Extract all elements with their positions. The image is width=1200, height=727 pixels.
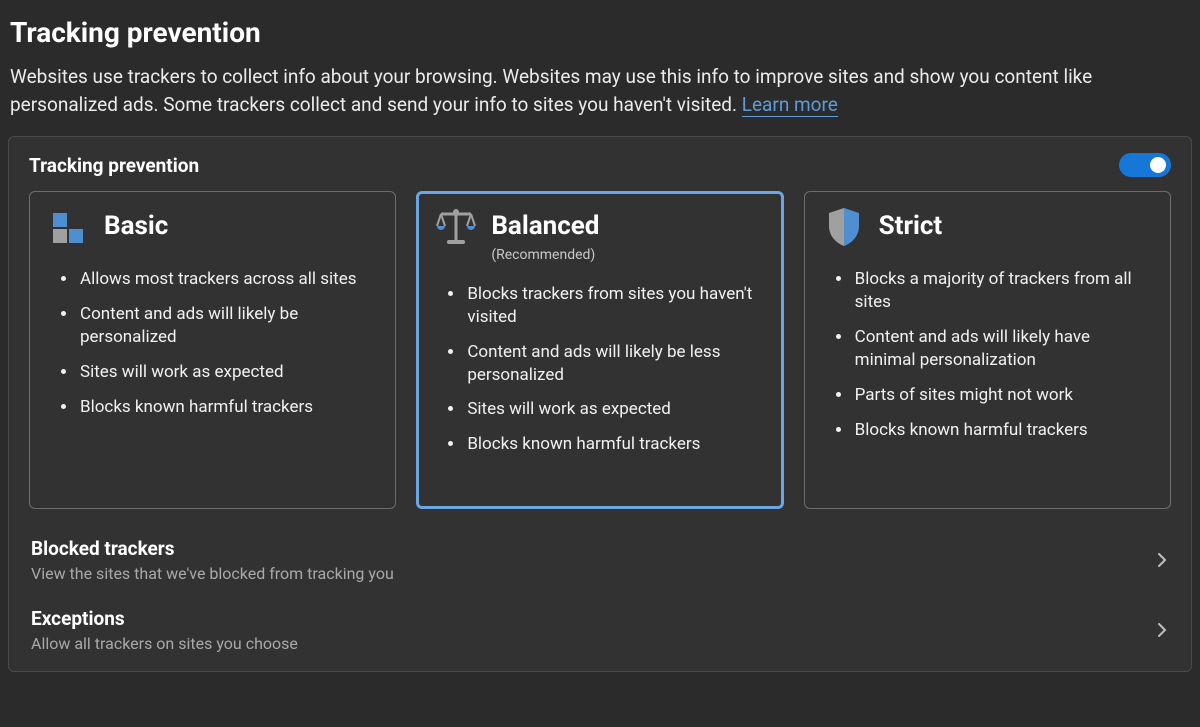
card-strict-bullets: Blocks a majority of trackers from all s…	[823, 268, 1152, 442]
exceptions-title: Exceptions	[31, 607, 298, 630]
card-basic-title: Basic	[104, 206, 168, 241]
panel-title: Tracking prevention	[29, 154, 199, 177]
list-item: Allows most trackers across all sites	[78, 268, 377, 291]
blocked-trackers-row[interactable]: Blocked trackers View the sites that we'…	[29, 527, 1171, 597]
card-balanced-header: Balanced (Recommended)	[435, 206, 764, 263]
card-strict-header: Strict	[823, 206, 1152, 248]
balance-scale-icon	[435, 206, 477, 248]
card-basic-bullets: Allows most trackers across all sites Co…	[48, 268, 377, 419]
list-item: Blocks trackers from sites you haven't v…	[465, 283, 764, 329]
card-basic[interactable]: Basic Allows most trackers across all si…	[29, 191, 396, 509]
card-balanced-subtitle: (Recommended)	[491, 247, 599, 263]
blocked-trackers-texts: Blocked trackers View the sites that we'…	[31, 537, 394, 583]
shield-icon	[823, 206, 865, 248]
list-item: Content and ads will likely be personali…	[78, 303, 377, 349]
list-item: Sites will work as expected	[465, 398, 764, 421]
card-basic-header: Basic	[48, 206, 377, 248]
list-item: Parts of sites might not work	[853, 384, 1152, 407]
list-item: Content and ads will likely have minimal…	[853, 326, 1152, 372]
card-basic-titlewrap: Basic	[104, 206, 168, 241]
card-strict-titlewrap: Strict	[879, 206, 943, 241]
card-strict-title: Strict	[879, 206, 943, 241]
card-balanced-titlewrap: Balanced (Recommended)	[491, 206, 599, 263]
page-title: Tracking prevention	[10, 16, 1192, 49]
page-description-text: Websites use trackers to collect info ab…	[10, 65, 1092, 116]
list-item: Blocks known harmful trackers	[853, 419, 1152, 442]
page-description: Websites use trackers to collect info ab…	[10, 63, 1180, 118]
tracking-prevention-toggle[interactable]	[1119, 153, 1171, 177]
chevron-right-icon	[1155, 623, 1169, 637]
exceptions-row[interactable]: Exceptions Allow all trackers on sites y…	[29, 597, 1171, 667]
list-item: Blocks a majority of trackers from all s…	[853, 268, 1152, 314]
exceptions-subtitle: Allow all trackers on sites you choose	[31, 634, 298, 653]
card-balanced[interactable]: Balanced (Recommended) Blocks trackers f…	[416, 191, 783, 509]
list-item: Blocks known harmful trackers	[78, 396, 377, 419]
basic-icon	[48, 206, 90, 248]
exceptions-texts: Exceptions Allow all trackers on sites y…	[31, 607, 298, 653]
card-balanced-title: Balanced	[491, 206, 599, 241]
learn-more-link[interactable]: Learn more	[742, 93, 838, 117]
list-item: Content and ads will likely be less pers…	[465, 341, 764, 387]
blocked-trackers-subtitle: View the sites that we've blocked from t…	[31, 564, 394, 583]
list-item: Sites will work as expected	[78, 361, 377, 384]
prevention-level-cards: Basic Allows most trackers across all si…	[29, 191, 1171, 509]
toggle-knob	[1150, 157, 1166, 173]
tracking-prevention-panel: Tracking prevention Basic	[8, 136, 1192, 672]
panel-header: Tracking prevention	[29, 153, 1171, 177]
card-strict[interactable]: Strict Blocks a majority of trackers fro…	[804, 191, 1171, 509]
blocked-trackers-title: Blocked trackers	[31, 537, 394, 560]
card-balanced-bullets: Blocks trackers from sites you haven't v…	[435, 283, 764, 457]
list-item: Blocks known harmful trackers	[465, 433, 764, 456]
chevron-right-icon	[1155, 553, 1169, 567]
tracking-prevention-page: Tracking prevention Websites use tracker…	[0, 0, 1200, 680]
